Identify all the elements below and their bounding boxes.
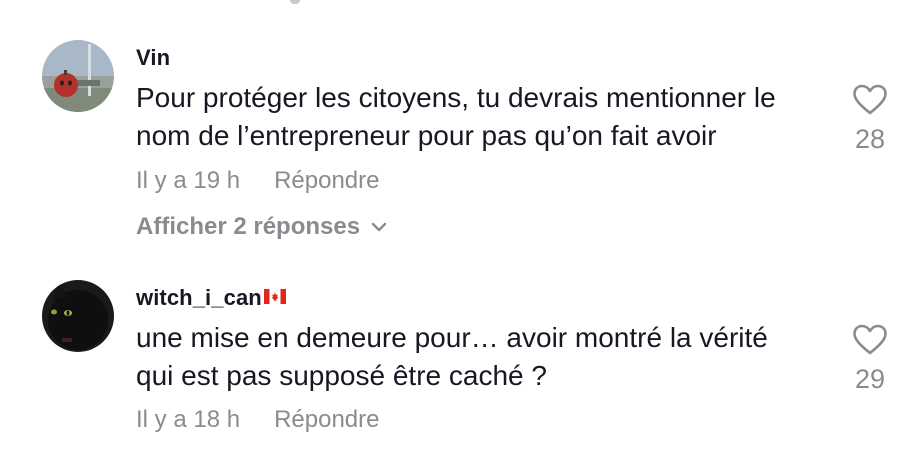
show-replies-button[interactable]: Afficher 2 réponses (136, 213, 388, 241)
like-control: 29 (842, 324, 898, 395)
like-control: 28 (842, 84, 898, 155)
comment-text-line: une mise en demeure pour… avoir montré l… (136, 322, 768, 353)
timestamp: Il y a 19 h (136, 167, 241, 194)
username-text: witch_i_can (136, 285, 262, 310)
reply-button[interactable]: Répondre (274, 406, 379, 434)
avatar[interactable] (42, 280, 114, 352)
comment-item: witch_i_can une mise en demeure pour… av… (0, 258, 912, 458)
comment-text-line: Pour protéger les citoyens, tu devrais m… (136, 82, 776, 113)
comment-text-line: nom de l’entrepreneur pour pas qu’on fai… (136, 120, 717, 151)
comment-text-line: qui est pas supposé être caché ? (136, 360, 547, 391)
heart-outline-icon[interactable] (842, 84, 898, 121)
show-replies-label: Afficher 2 réponses (136, 213, 361, 240)
comment-meta: Il y a 19 h Répondre (136, 167, 379, 195)
canada-flag-icon (263, 284, 286, 310)
avatar-image (42, 40, 114, 112)
comment-meta: Il y a 18 h Répondre (136, 406, 379, 434)
username-text: Vin (136, 45, 171, 70)
comment-text: une mise en demeure pour… avoir montré l… (136, 319, 836, 395)
like-count: 29 (854, 364, 886, 394)
comment-item: Vin Pour protéger les citoyens, tu devra… (0, 0, 912, 258)
timestamp: Il y a 18 h (136, 406, 241, 433)
heart-outline-icon[interactable] (842, 324, 898, 361)
like-count: 28 (854, 124, 886, 154)
avatar[interactable] (42, 40, 114, 112)
avatar-image (42, 280, 114, 352)
reply-button[interactable]: Répondre (274, 167, 379, 195)
username[interactable]: Vin (136, 45, 170, 71)
username[interactable]: witch_i_can (136, 285, 286, 311)
chevron-down-icon (370, 212, 388, 240)
comment-text: Pour protéger les citoyens, tu devrais m… (136, 79, 836, 155)
